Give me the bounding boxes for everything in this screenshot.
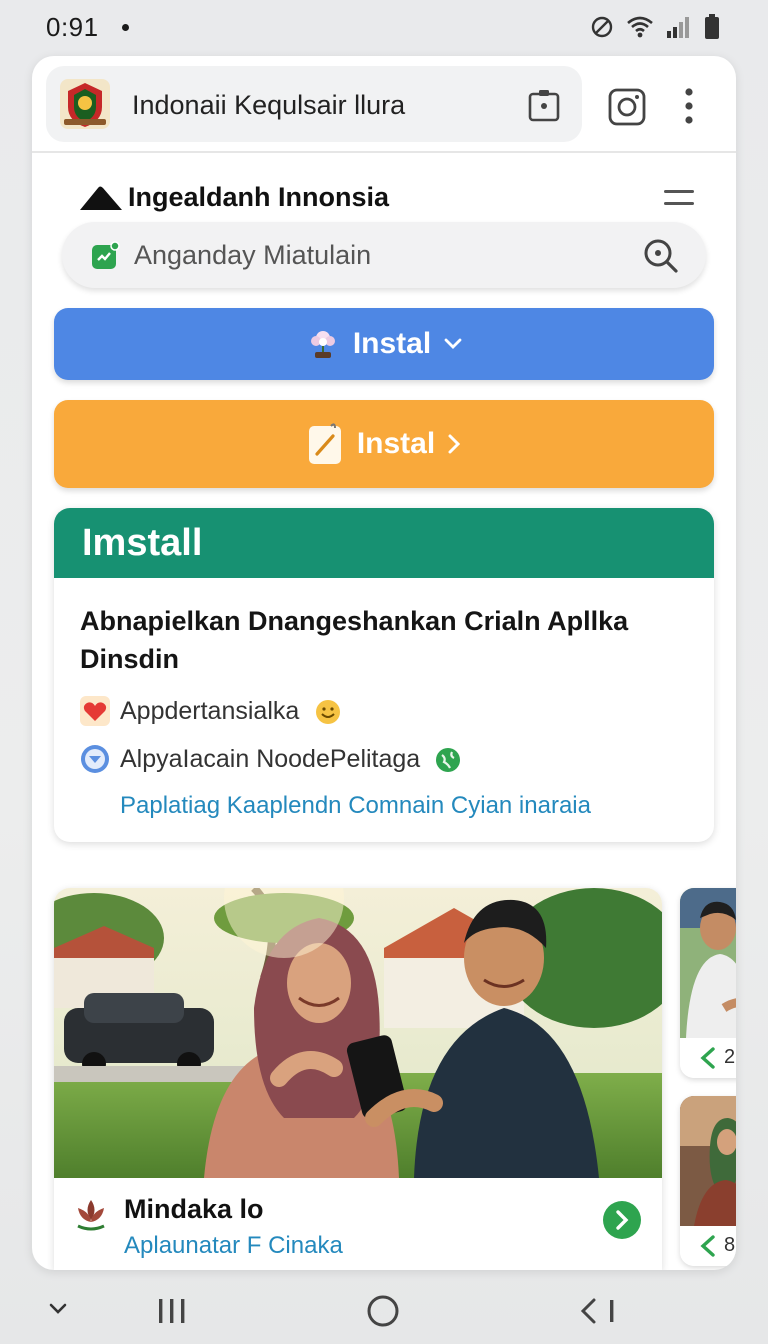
info-card-title: Imstall — [82, 522, 203, 564]
app-badge-icon — [92, 241, 120, 269]
feature-text: AlpyaIacain NoodePelitaga — [120, 745, 421, 773]
story-subtitle[interactable]: Aplaunatar F Cinaka — [124, 1232, 343, 1260]
hamburger-menu-icon[interactable] — [662, 186, 696, 210]
chevron-right-icon — [448, 434, 461, 454]
address-bar[interactable]: Indonaii Kequlsair llura — [46, 66, 582, 142]
recent-apps-icon[interactable] — [156, 1296, 188, 1326]
signal-icon — [667, 17, 689, 38]
status-time: 0:91 — [46, 12, 99, 42]
story-photo — [54, 888, 662, 1178]
search-placeholder: Anganday Miatulain — [134, 240, 372, 270]
heart-icon — [80, 696, 110, 726]
address-bar-row: Indonaii Kequlsair llura — [32, 56, 736, 153]
notification-dot-icon — [122, 24, 129, 31]
info-card-headline: Abnapielkan Dnangeshankan Crialn Apllka … — [80, 606, 629, 674]
side-card-footer: 2 — [680, 1038, 736, 1078]
side-story-card[interactable]: 2 — [680, 888, 736, 1078]
do-not-disturb-icon — [591, 16, 613, 38]
system-navigation-bar — [0, 1280, 768, 1344]
info-card-link[interactable]: Paplatiag Kaaplendn Comnain Cyian inarai… — [120, 792, 591, 820]
chevron-down-icon — [444, 338, 462, 349]
chevron-down-icon[interactable] — [48, 1302, 68, 1316]
install-button-primary[interactable]: Instal — [54, 308, 714, 380]
smiley-icon — [316, 700, 340, 724]
info-card-header: Imstall — [54, 508, 714, 578]
status-icons — [590, 14, 720, 40]
site-title: Ingealdanh Innonsia — [128, 182, 390, 212]
battery-icon — [705, 14, 719, 39]
featured-story-card[interactable]: Mindaka lo Aplaunatar F Cinaka — [54, 888, 662, 1270]
site-emblem-icon — [60, 79, 110, 129]
info-card: Imstall Abnapielkan Dnangeshankan Crialn… — [54, 508, 714, 842]
home-icon[interactable] — [366, 1294, 400, 1328]
site-header: Ingealdanh Innonsia — [80, 180, 700, 220]
go-arrow-icon[interactable] — [602, 1200, 642, 1240]
install-button-primary-label: Instal — [352, 327, 432, 360]
camera-icon[interactable] — [606, 86, 648, 128]
flower-icon — [310, 331, 335, 358]
side-story-photo — [680, 1096, 736, 1226]
notepad-icon — [308, 423, 341, 464]
story-title: Mindaka lo — [124, 1194, 264, 1224]
feature-text: Appdertansialka — [120, 697, 300, 725]
search-input[interactable]: Anganday Miatulain — [62, 222, 706, 288]
side-story-card[interactable]: 8 — [680, 1096, 736, 1266]
back-icon[interactable] — [578, 1296, 620, 1326]
mountain-logo-icon — [80, 186, 122, 210]
lotus-logo-icon — [77, 1200, 105, 1231]
address-text: Indonaii Kequlsair llura — [132, 90, 406, 120]
chevron-left-icon — [700, 1235, 715, 1257]
side-card-footer: 8 — [680, 1226, 736, 1266]
globe-icon — [436, 748, 460, 772]
more-options-icon[interactable] — [672, 86, 706, 128]
side-card-label: 2 — [724, 1046, 736, 1068]
tab-switcher-icon[interactable] — [524, 86, 564, 126]
wifi-icon — [627, 16, 653, 38]
install-button-secondary[interactable]: Instal — [54, 400, 714, 488]
chevron-circle-icon — [81, 745, 109, 773]
install-button-secondary-label: Instal — [356, 427, 436, 460]
side-story-photo — [680, 888, 736, 1038]
search-icon[interactable] — [642, 237, 680, 275]
status-bar: 0:91 — [0, 0, 768, 56]
chevron-left-icon — [700, 1047, 715, 1069]
side-card-label: 8 — [724, 1234, 736, 1256]
browser-window: Indonaii Kequlsair llura Ingealdanh Inno… — [32, 56, 736, 1270]
story-caption: Mindaka lo Aplaunatar F Cinaka — [54, 1178, 662, 1270]
